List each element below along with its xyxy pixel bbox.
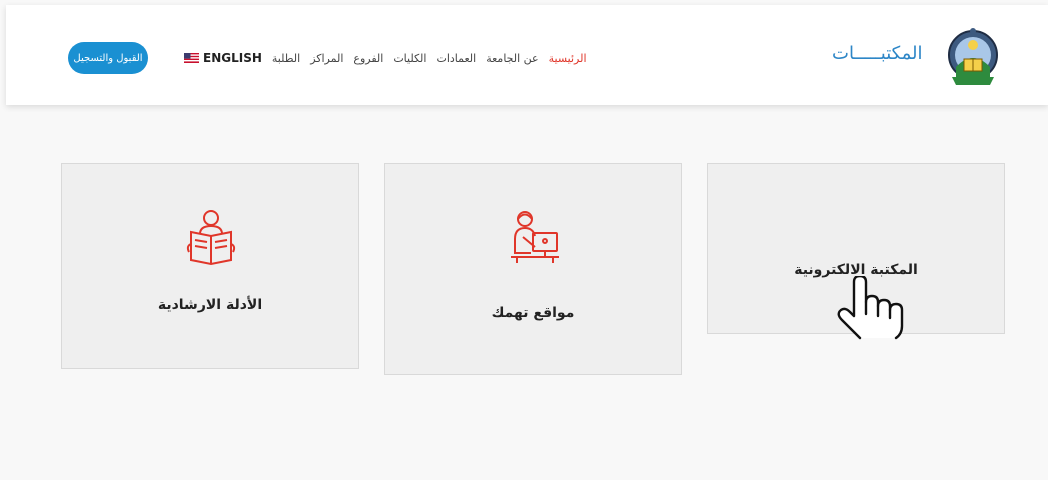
main-nav: الرئيسية عن الجامعة العمادات الكليات الف… bbox=[184, 49, 587, 67]
language-label: ENGLISH bbox=[203, 51, 262, 65]
card-websites[interactable]: مواقع تهمك bbox=[384, 163, 682, 375]
person-reading-book-icon bbox=[186, 210, 236, 266]
us-flag-icon bbox=[184, 53, 199, 63]
card-guides[interactable]: الأدلة الارشادية bbox=[61, 163, 359, 369]
register-button[interactable]: القبول والتسجيل bbox=[68, 42, 148, 74]
card-electronic-library[interactable]: المكتبة الالكترونية bbox=[707, 163, 1005, 334]
nav-item-centers[interactable]: المراكز bbox=[310, 52, 343, 65]
language-switch[interactable]: ENGLISH bbox=[184, 51, 262, 65]
nav-item-home[interactable]: الرئيسية bbox=[549, 52, 587, 65]
card-label-websites: مواقع تهمك bbox=[491, 305, 575, 321]
card-label-guides: الأدلة الارشادية bbox=[157, 297, 263, 313]
person-at-computer-icon bbox=[511, 211, 559, 263]
nav-item-about[interactable]: عن الجامعة bbox=[486, 52, 538, 65]
university-logo bbox=[948, 28, 998, 85]
nav-item-colleges[interactable]: الكليات bbox=[393, 52, 426, 65]
header-bar: المكتبـــــات الرئيسية عن الجامعة العماد… bbox=[6, 5, 1048, 105]
card-label-electronic-library: المكتبة الالكترونية bbox=[794, 262, 918, 278]
nav-item-branches[interactable]: الفروع bbox=[353, 52, 383, 65]
page: المكتبـــــات الرئيسية عن الجامعة العماد… bbox=[0, 0, 1048, 480]
site-title[interactable]: المكتبـــــات bbox=[832, 43, 923, 64]
nav-item-students[interactable]: الطلبة bbox=[272, 52, 300, 65]
nav-item-deanships[interactable]: العمادات bbox=[436, 52, 476, 65]
